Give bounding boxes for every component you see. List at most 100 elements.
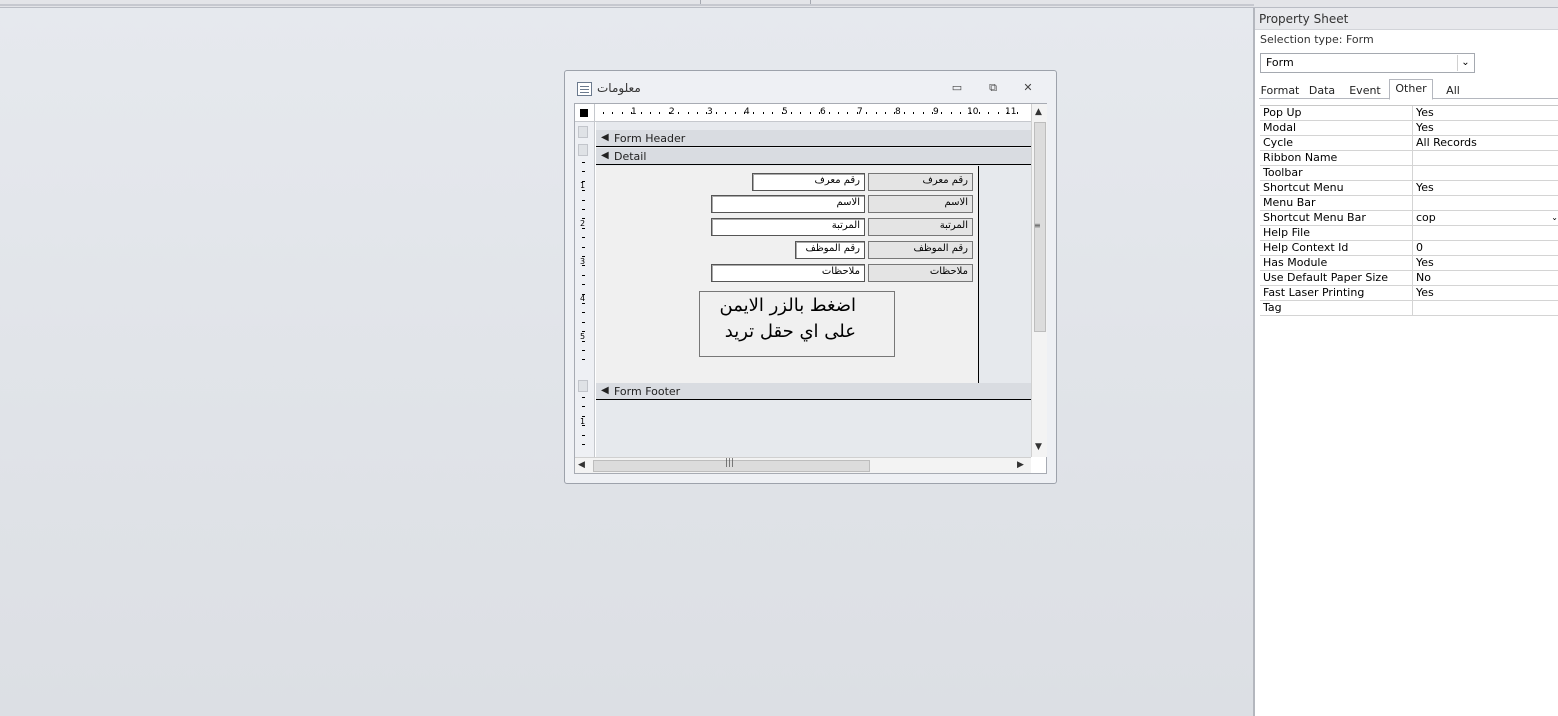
form-header-band[interactable]: ◀ Form Header (596, 130, 1031, 147)
tab-format[interactable]: Format (1259, 81, 1301, 99)
notes-textbox[interactable]: ملاحظات (711, 264, 865, 282)
form-sections[interactable]: ◀ Form Header ◀ Detail رقم معرف رقم معرف… (596, 122, 1031, 457)
vruler-number: 4 (580, 294, 586, 303)
property-row[interactable]: Cycle All Records (1260, 136, 1558, 151)
property-name: Fast Laser Printing (1260, 286, 1413, 300)
chevron-down-icon[interactable]: ⌄ (1457, 55, 1473, 71)
property-row[interactable]: Modal Yes (1260, 121, 1558, 136)
form-window-titlebar[interactable]: معلومات ▭ ⧉ ✕ (565, 71, 1056, 103)
property-row[interactable]: Has Module Yes (1260, 256, 1558, 271)
tab-other[interactable]: Other (1389, 79, 1433, 100)
property-row[interactable]: Shortcut Menu Yes (1260, 181, 1558, 196)
property-row[interactable]: Tag (1260, 301, 1558, 316)
property-name: Has Module (1260, 256, 1413, 270)
section-arrow-icon: ◀ (601, 385, 609, 396)
close-icon[interactable]: ✕ (1021, 82, 1035, 94)
ruler-tick (970, 112, 971, 114)
property-value[interactable]: Yes (1413, 256, 1558, 270)
property-name: Help Context Id (1260, 241, 1413, 255)
ruler-tick (753, 112, 754, 114)
vertical-ruler[interactable]: 1 2 3 4 5 1 (575, 122, 595, 457)
tab-all[interactable]: All (1435, 81, 1471, 99)
ruler-tick (582, 218, 585, 219)
property-row[interactable]: Help Context Id 0 (1260, 241, 1558, 256)
section-selector-form-footer[interactable] (578, 380, 588, 392)
section-selector-detail[interactable] (578, 144, 588, 156)
horizontal-ruler[interactable]: 1 2 3 4 5 6 7 8 9 10 11 (595, 104, 1031, 122)
object-selector-dropdown[interactable]: Form ⌄ (1260, 53, 1475, 73)
id-label[interactable]: رقم معرف (868, 173, 973, 191)
property-name: Toolbar (1260, 166, 1413, 180)
employee-number-textbox[interactable]: رقم الموظف (795, 241, 865, 259)
ruler-tick (941, 112, 942, 114)
restore-icon[interactable]: ⧉ (986, 82, 1000, 94)
minimize-icon[interactable]: ▭ (950, 82, 964, 94)
ruler-tick (582, 425, 585, 426)
ruler-tick (800, 112, 801, 114)
ruler-tick (1007, 112, 1008, 114)
scroll-up-icon[interactable]: ▲ (1035, 107, 1042, 117)
horizontal-scrollbar[interactable]: ◀ ||| ▶ (575, 457, 1031, 473)
vertical-scrollbar[interactable]: ▲ ≡ ▼ (1031, 104, 1047, 457)
property-sheet-pane[interactable]: Property Sheet Selection type: Form Form… (1253, 8, 1558, 716)
form-design-surface[interactable]: 1 2 3 4 5 6 7 8 9 10 11 1 2 3 4 5 1 ◀ Fo… (574, 103, 1047, 474)
property-value[interactable]: All Records (1413, 136, 1558, 150)
object-selector-value: Form (1266, 56, 1294, 69)
form-selector[interactable] (575, 104, 595, 122)
property-row[interactable]: Help File (1260, 226, 1558, 241)
instruction-line-1: اضغط بالزر الايمن (719, 295, 857, 316)
property-value[interactable] (1413, 166, 1558, 180)
scroll-down-icon[interactable]: ▼ (1035, 442, 1042, 452)
property-name: Modal (1260, 121, 1413, 135)
rank-label[interactable]: المرتبة (868, 218, 973, 236)
tab-event[interactable]: Event (1343, 81, 1387, 99)
property-value[interactable] (1413, 226, 1558, 240)
section-selector-form-header[interactable] (578, 126, 588, 138)
property-row[interactable]: Shortcut Menu Bar cop ⌄ (1260, 211, 1558, 226)
form-design-window[interactable]: معلومات ▭ ⧉ ✕ 1 2 3 4 5 6 7 8 9 10 11 1 … (564, 70, 1057, 484)
property-value[interactable]: Yes (1413, 286, 1558, 300)
property-value[interactable]: Yes (1413, 121, 1558, 135)
ruler-tick (744, 112, 745, 114)
top-strip (0, 0, 1558, 8)
property-value[interactable]: Yes (1413, 106, 1558, 120)
ruler-tick (582, 265, 585, 266)
property-row[interactable]: Ribbon Name (1260, 151, 1558, 166)
ruler-tick (988, 112, 989, 114)
property-name: Ribbon Name (1260, 151, 1413, 165)
property-row[interactable]: Use Default Paper Size No (1260, 271, 1558, 286)
form-header-label: Form Header (614, 132, 686, 145)
detail-label: Detail (614, 150, 647, 163)
property-value[interactable]: Yes (1413, 181, 1558, 195)
ruler-tick (866, 112, 867, 114)
scroll-right-icon[interactable]: ▶ (1017, 460, 1024, 470)
property-value[interactable]: No (1413, 271, 1558, 285)
chevron-down-icon[interactable]: ⌄ (1551, 211, 1558, 225)
employee-number-label[interactable]: رقم الموظف (868, 241, 973, 259)
tab-data[interactable]: Data (1303, 81, 1341, 99)
property-row[interactable]: Fast Laser Printing Yes (1260, 286, 1558, 301)
notes-label[interactable]: ملاحظات (868, 264, 973, 282)
property-row[interactable]: Menu Bar (1260, 196, 1558, 211)
form-footer-band[interactable]: ◀ Form Footer (596, 383, 1031, 400)
property-value[interactable]: 0 (1413, 241, 1558, 255)
detail-band[interactable]: ◀ Detail (596, 148, 1031, 165)
property-row[interactable]: Pop Up Yes (1260, 106, 1558, 121)
property-row[interactable]: Toolbar (1260, 166, 1558, 181)
id-textbox[interactable]: رقم معرف (752, 173, 865, 191)
ruler-tick (582, 275, 585, 276)
ruler-tick (582, 190, 585, 191)
ruler-tick (791, 112, 792, 114)
scroll-left-icon[interactable]: ◀ (578, 460, 585, 470)
property-value[interactable] (1413, 301, 1558, 315)
ruler-tick (582, 247, 585, 248)
name-textbox[interactable]: الاسم (711, 195, 865, 213)
ruler-tick (716, 112, 717, 114)
name-label[interactable]: الاسم (868, 195, 973, 213)
property-value[interactable] (1413, 196, 1558, 210)
rank-textbox[interactable]: المرتبة (711, 218, 865, 236)
instruction-label[interactable]: اضغط بالزر الايمن على اي حقل تريد (699, 291, 895, 357)
property-value[interactable]: cop (1413, 211, 1558, 225)
property-value[interactable] (1413, 151, 1558, 165)
property-grid[interactable]: Pop Up Yes Modal Yes Cycle All Records Ribbon … (1260, 105, 1558, 316)
